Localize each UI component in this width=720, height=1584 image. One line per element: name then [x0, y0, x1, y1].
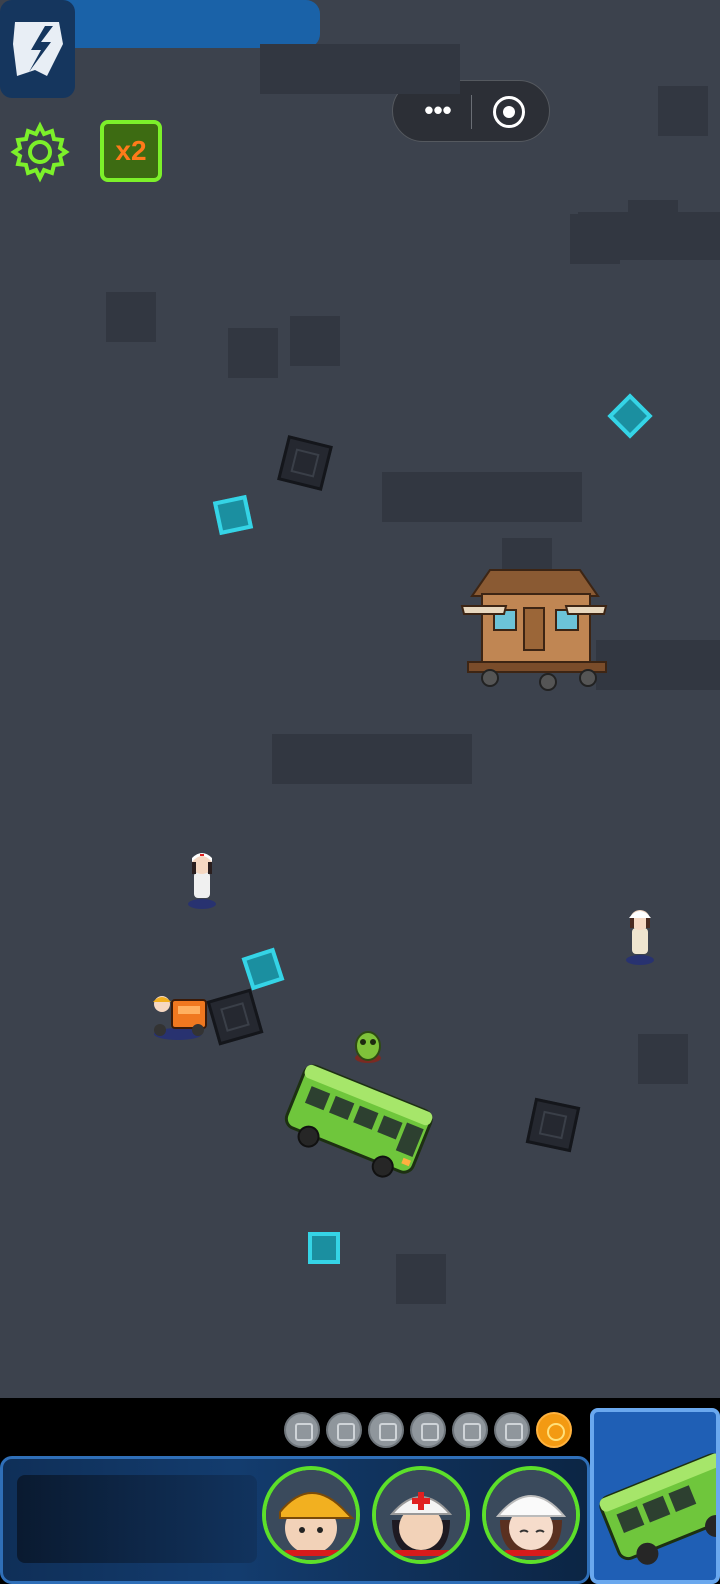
- gem-pickup[interactable]: [241, 947, 285, 991]
- supply-crate[interactable]: [277, 435, 333, 491]
- floor-tile: [396, 1254, 446, 1304]
- cook-character[interactable]: [622, 906, 658, 966]
- floor-tile: [570, 214, 620, 264]
- health-bar: [284, 1550, 344, 1556]
- floor-tile: [228, 328, 278, 378]
- delivery-trike[interactable]: [148, 992, 210, 1042]
- more-menu-button[interactable]: •••: [413, 96, 463, 126]
- skill-slot[interactable]: [410, 1412, 446, 1448]
- skill-slot[interactable]: [452, 1412, 488, 1448]
- skill-slot-active[interactable]: [536, 1412, 572, 1448]
- floor-tile: [658, 86, 708, 136]
- top-banner: [40, 0, 320, 48]
- record-icon[interactable]: [493, 96, 525, 128]
- skill-slot[interactable]: [494, 1412, 530, 1448]
- floor-tile: [290, 316, 340, 366]
- speed-multiplier-button[interactable]: x2: [100, 120, 162, 182]
- skill-slot[interactable]: [326, 1412, 362, 1448]
- panel-glass: [17, 1475, 257, 1563]
- gem-pickup[interactable]: [308, 1232, 340, 1264]
- vehicle-card[interactable]: [590, 1408, 720, 1584]
- floor-tile: [596, 640, 720, 690]
- cook-portrait[interactable]: [482, 1466, 580, 1564]
- skill-slot[interactable]: [284, 1412, 320, 1448]
- skill-bar: [284, 1412, 584, 1452]
- wooden-cabin[interactable]: [460, 562, 610, 694]
- floor-tile: [382, 472, 582, 522]
- gear-icon[interactable]: [8, 120, 72, 184]
- supply-crate[interactable]: [525, 1097, 581, 1153]
- skill-slot[interactable]: [368, 1412, 404, 1448]
- player-bus[interactable]: [280, 1056, 436, 1186]
- nurse-character[interactable]: [184, 850, 220, 910]
- floor-tile: [638, 1034, 688, 1084]
- supply-crate[interactable]: [206, 988, 264, 1046]
- capsule-divider: [471, 95, 472, 129]
- health-bar: [504, 1550, 564, 1556]
- health-bar: [394, 1550, 454, 1556]
- gem-pickup[interactable]: [607, 393, 653, 439]
- worker-portrait[interactable]: [262, 1466, 360, 1564]
- gem-pickup[interactable]: [212, 494, 254, 536]
- floor-tile: [106, 292, 156, 342]
- floor-tile: [260, 44, 460, 94]
- medic-portrait[interactable]: [372, 1466, 470, 1564]
- lightning-shield-icon[interactable]: [0, 0, 75, 98]
- floor-tile: [272, 734, 472, 784]
